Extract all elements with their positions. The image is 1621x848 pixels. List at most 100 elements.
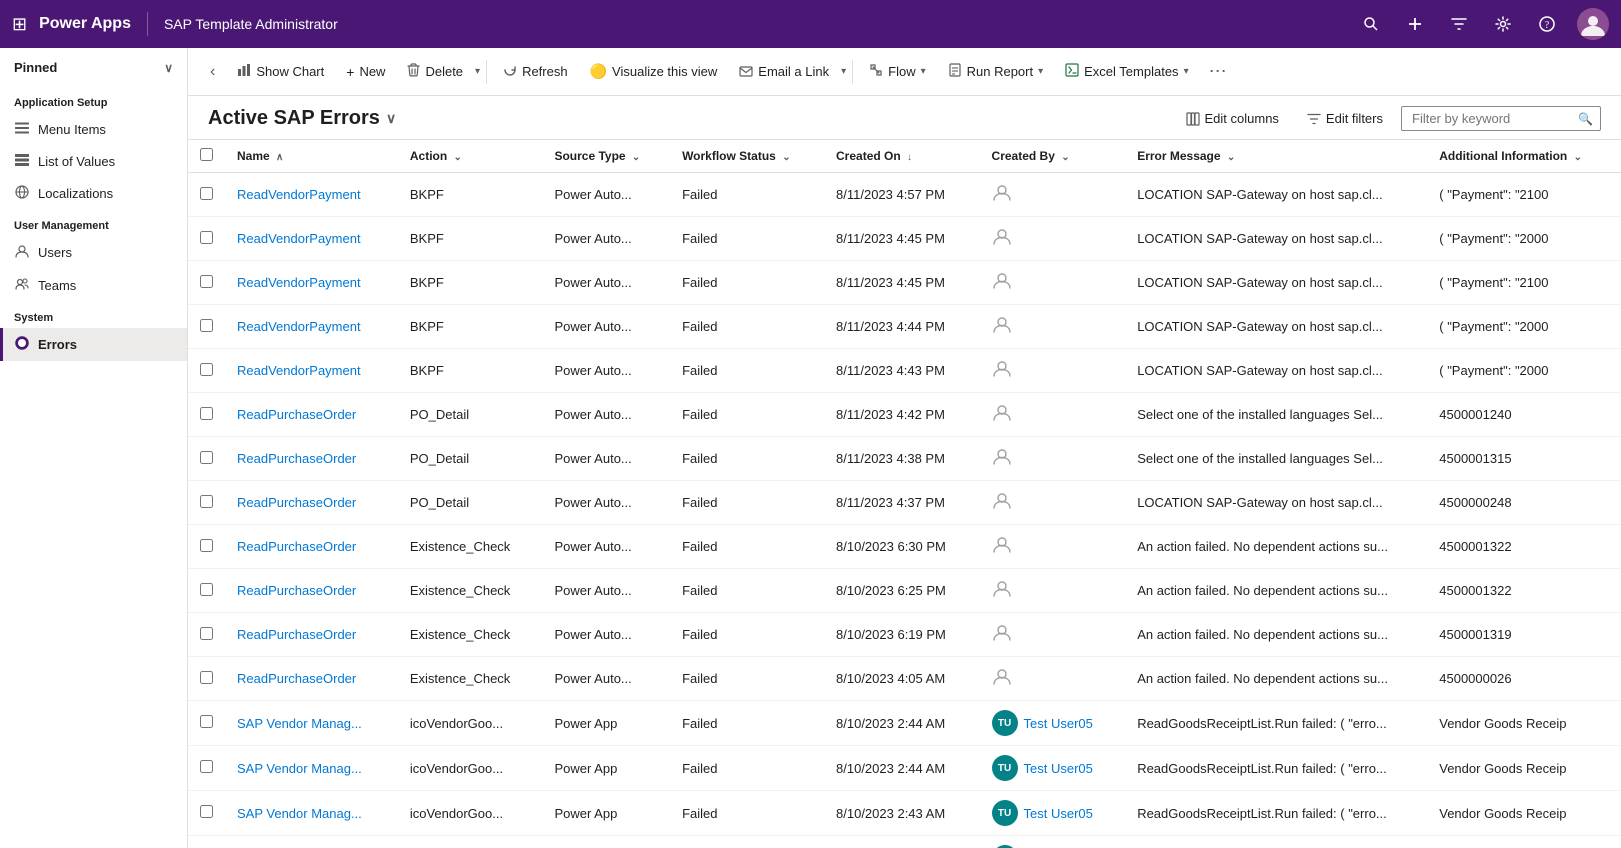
row-13-checkbox[interactable]: [200, 760, 213, 773]
add-icon[interactable]: [1401, 10, 1429, 38]
row-0-name[interactable]: ReadVendorPayment: [225, 173, 398, 217]
run-report-button[interactable]: Run Report ▾: [938, 57, 1054, 86]
more-options-button[interactable]: ⋯: [1201, 57, 1235, 86]
additional-info-column-header[interactable]: Additional Information ⌄: [1427, 140, 1621, 173]
row-2-name[interactable]: ReadVendorPayment: [225, 261, 398, 305]
user-avatar[interactable]: [1577, 8, 1609, 40]
sidebar-item-list-of-values[interactable]: List of Values: [0, 145, 187, 177]
select-all-column[interactable]: [188, 140, 225, 173]
delete-dropdown-arrow[interactable]: ▾: [475, 66, 480, 77]
row-7-checkbox[interactable]: [200, 495, 213, 508]
row-9-source-type: Power Auto...: [542, 569, 670, 613]
delete-button[interactable]: Delete: [397, 57, 473, 86]
row-8-name-link[interactable]: ReadPurchaseOrder: [237, 539, 356, 554]
filter-search-input[interactable]: [1401, 106, 1601, 131]
email-link-button[interactable]: Email a Link: [729, 58, 839, 86]
row-7-name[interactable]: ReadPurchaseOrder: [225, 481, 398, 525]
row-13-name[interactable]: SAP Vendor Manag...: [225, 746, 398, 791]
sidebar-item-users[interactable]: Users: [0, 236, 187, 269]
row-4-name-link[interactable]: ReadVendorPayment: [237, 363, 361, 378]
visualize-button[interactable]: 🟡 Visualize this view: [580, 57, 728, 86]
row-12-checkbox[interactable]: [200, 715, 213, 728]
show-chart-button[interactable]: Show Chart: [227, 57, 334, 86]
row-14-name[interactable]: SAP Vendor Manag...: [225, 791, 398, 836]
row-8-checkbox[interactable]: [200, 539, 213, 552]
row-6-name[interactable]: ReadPurchaseOrder: [225, 437, 398, 481]
row-15-name[interactable]: SAP Vendor Manag...: [225, 836, 398, 848]
row-5-name-link[interactable]: ReadPurchaseOrder: [237, 407, 356, 422]
row-1-name-link[interactable]: ReadVendorPayment: [237, 231, 361, 246]
row-3-checkbox[interactable]: [200, 319, 213, 332]
created-on-column-header[interactable]: Created On ↓: [824, 140, 980, 173]
table-row: ReadVendorPaymentBKPFPower Auto...Failed…: [188, 261, 1621, 305]
row-3-name-link[interactable]: ReadVendorPayment: [237, 319, 361, 334]
new-button[interactable]: + New: [336, 58, 395, 86]
row-5-user-icon: [992, 406, 1012, 426]
row-2-user-icon: [992, 274, 1012, 294]
row-14-checkbox[interactable]: [200, 805, 213, 818]
row-3-name[interactable]: ReadVendorPayment: [225, 305, 398, 349]
row-11-created-on: 8/10/2023 4:05 AM: [824, 657, 980, 701]
row-9-name-link[interactable]: ReadPurchaseOrder: [237, 583, 356, 598]
row-11-name[interactable]: ReadPurchaseOrder: [225, 657, 398, 701]
row-11-name-link[interactable]: ReadPurchaseOrder: [237, 671, 356, 686]
row-0-checkbox[interactable]: [200, 187, 213, 200]
error-message-column-header[interactable]: Error Message ⌄: [1125, 140, 1427, 173]
row-14-user-link[interactable]: Test User05: [1024, 806, 1093, 821]
view-title[interactable]: Active SAP Errors ∨: [208, 107, 396, 130]
row-12-user-link[interactable]: Test User05: [1024, 716, 1093, 731]
edit-columns-button[interactable]: Edit columns: [1176, 106, 1289, 131]
row-12-name-link[interactable]: SAP Vendor Manag...: [237, 716, 362, 731]
sidebar-item-localizations[interactable]: Localizations: [0, 177, 187, 210]
row-14-name-link[interactable]: SAP Vendor Manag...: [237, 806, 362, 821]
row-0-name-link[interactable]: ReadVendorPayment: [237, 187, 361, 202]
select-all-checkbox[interactable]: [200, 148, 213, 161]
workflow-status-column-header[interactable]: Workflow Status ⌄: [670, 140, 824, 173]
excel-templates-button[interactable]: Excel Templates ▾: [1055, 57, 1198, 86]
errors-table: Name ∧ Action ⌄ Source Type ⌄ Workflow S…: [188, 140, 1621, 848]
row-6-checkbox[interactable]: [200, 451, 213, 464]
row-4-name[interactable]: ReadVendorPayment: [225, 349, 398, 393]
row-9-additional-info: 4500001322: [1427, 569, 1621, 613]
source-type-column-header[interactable]: Source Type ⌄: [542, 140, 670, 173]
row-2-checkbox[interactable]: [200, 275, 213, 288]
row-1-checkbox[interactable]: [200, 231, 213, 244]
row-10-checkbox[interactable]: [200, 627, 213, 640]
grid-menu-icon[interactable]: ⊞: [12, 14, 27, 35]
created-by-column-header[interactable]: Created By ⌄: [980, 140, 1126, 173]
row-13-name-link[interactable]: SAP Vendor Manag...: [237, 761, 362, 776]
pinned-section-header[interactable]: Pinned ∨: [0, 48, 187, 87]
refresh-button[interactable]: Refresh: [493, 57, 578, 86]
sidebar-item-errors[interactable]: Errors: [0, 328, 187, 361]
row-1-name[interactable]: ReadVendorPayment: [225, 217, 398, 261]
row-5-created-by: [980, 393, 1126, 437]
row-7-name-link[interactable]: ReadPurchaseOrder: [237, 495, 356, 510]
back-button[interactable]: ‹: [204, 59, 221, 85]
row-10-name[interactable]: ReadPurchaseOrder: [225, 613, 398, 657]
row-9-user-icon: [992, 582, 1012, 602]
email-link-dropdown-arrow[interactable]: ▾: [841, 66, 846, 77]
table-row: SAP Vendor Manag...icoVendorGoo...Power …: [188, 836, 1621, 848]
row-5-name[interactable]: ReadPurchaseOrder: [225, 393, 398, 437]
row-5-checkbox[interactable]: [200, 407, 213, 420]
action-column-header[interactable]: Action ⌄: [398, 140, 543, 173]
help-icon[interactable]: ?: [1533, 10, 1561, 38]
row-4-checkbox[interactable]: [200, 363, 213, 376]
flow-button[interactable]: Flow ▾: [859, 57, 935, 86]
row-9-name[interactable]: ReadPurchaseOrder: [225, 569, 398, 613]
row-12-name[interactable]: SAP Vendor Manag...: [225, 701, 398, 746]
row-9-checkbox[interactable]: [200, 583, 213, 596]
row-6-name-link[interactable]: ReadPurchaseOrder: [237, 451, 356, 466]
name-column-header[interactable]: Name ∧: [225, 140, 398, 173]
row-11-checkbox[interactable]: [200, 671, 213, 684]
edit-filters-button[interactable]: Edit filters: [1297, 106, 1393, 131]
filter-icon[interactable]: [1445, 10, 1473, 38]
search-icon[interactable]: [1357, 10, 1385, 38]
settings-icon[interactable]: [1489, 10, 1517, 38]
row-8-name[interactable]: ReadPurchaseOrder: [225, 525, 398, 569]
sidebar-item-menu-items[interactable]: Menu Items: [0, 113, 187, 145]
row-2-name-link[interactable]: ReadVendorPayment: [237, 275, 361, 290]
row-13-user-link[interactable]: Test User05: [1024, 761, 1093, 776]
row-10-name-link[interactable]: ReadPurchaseOrder: [237, 627, 356, 642]
sidebar-item-teams[interactable]: Teams: [0, 269, 187, 302]
